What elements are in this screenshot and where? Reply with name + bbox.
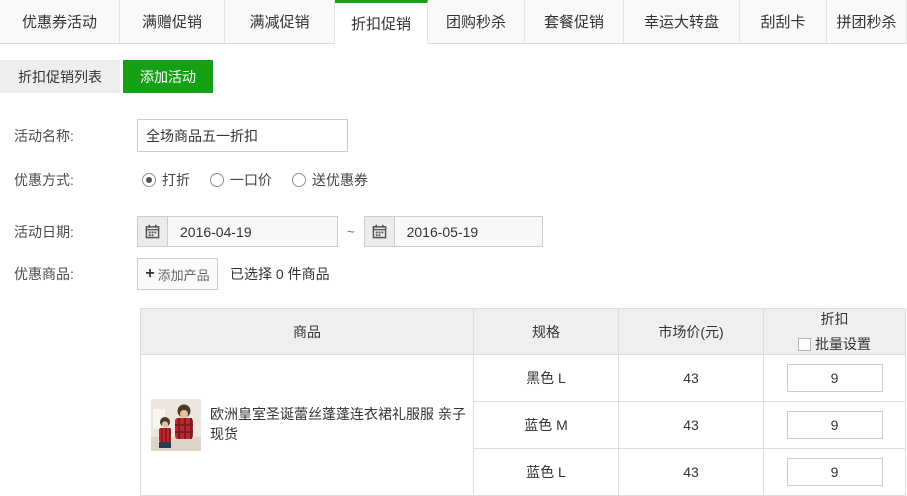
radio-option-dazhe[interactable]: 打折 bbox=[142, 170, 190, 190]
discount-header-title: 折扣 bbox=[764, 309, 905, 329]
start-date-value: 2016-04-19 bbox=[168, 224, 252, 240]
product-cell: 欧洲皇室圣诞蕾丝蓬蓬连衣裙礼服服 亲子现货 bbox=[141, 355, 474, 496]
discount-cell bbox=[764, 449, 906, 496]
radio-button-icon[interactable] bbox=[210, 173, 224, 187]
activity-name-label: 活动名称: bbox=[14, 126, 137, 146]
tab-coupon-activity[interactable]: 优惠券活动 bbox=[0, 0, 120, 44]
column-header-discount: 折扣 批量设置 bbox=[764, 309, 906, 355]
tab-scratch-card[interactable]: 刮刮卡 bbox=[740, 0, 827, 44]
calendar-icon[interactable] bbox=[365, 217, 395, 246]
radio-option-yikoujia[interactable]: 一口价 bbox=[210, 170, 272, 190]
price-cell: 43 bbox=[619, 402, 764, 449]
subtab-discount-promo-list[interactable]: 折扣促销列表 bbox=[0, 60, 120, 93]
selected-products-summary: 已选择 0 件商品 bbox=[230, 264, 330, 284]
column-header-spec: 规格 bbox=[474, 309, 619, 355]
column-header-price: 市场价(元) bbox=[619, 309, 764, 355]
discount-method-label: 优惠方式: bbox=[14, 170, 137, 190]
tab-pintuan-seckill[interactable]: 拼团秒杀 bbox=[827, 0, 907, 44]
date-range-separator: ~ bbox=[347, 224, 355, 239]
subtab-add-activity[interactable]: 添加活动 bbox=[123, 60, 213, 93]
radio-button-icon[interactable] bbox=[292, 173, 306, 187]
spec-cell: 蓝色 L bbox=[474, 449, 619, 496]
table-row: 欧洲皇室圣诞蕾丝蓬蓬连衣裙礼服服 亲子现货 黑色 L 43 bbox=[141, 355, 906, 402]
add-product-button-label: 添加产品 bbox=[158, 265, 210, 284]
add-activity-form: 活动名称: 优惠方式: 打折 一口价 送优惠券 活动日期: bbox=[0, 119, 907, 290]
discount-input[interactable] bbox=[787, 411, 883, 439]
radio-option-label: 打折 bbox=[162, 170, 190, 190]
batch-setting-label: 批量设置 bbox=[815, 334, 871, 354]
activity-date-row: 活动日期: 2016-04-19 ~ bbox=[0, 216, 907, 247]
discount-input[interactable] bbox=[787, 364, 883, 392]
plus-icon: + bbox=[145, 266, 154, 282]
discount-method-radio-group: 打折 一口价 送优惠券 bbox=[137, 170, 368, 190]
promo-products-label: 优惠商品: bbox=[14, 264, 137, 284]
promo-products-table: 商品 规格 市场价(元) 折扣 批量设置 bbox=[140, 308, 906, 496]
product-thumbnail bbox=[151, 399, 201, 451]
price-cell: 43 bbox=[619, 449, 764, 496]
tab-lucky-wheel[interactable]: 幸运大转盘 bbox=[624, 0, 740, 44]
tab-discount-promo[interactable]: 折扣促销 bbox=[335, 0, 428, 44]
tab-full-reduction-promo[interactable]: 满减促销 bbox=[225, 0, 335, 44]
radio-option-label: 送优惠券 bbox=[312, 170, 368, 190]
discount-subtabs: 折扣促销列表 添加活动 bbox=[0, 60, 907, 93]
activity-date-label: 活动日期: bbox=[14, 222, 137, 242]
batch-setting-control: 批量设置 bbox=[764, 334, 905, 354]
end-date-value: 2016-05-19 bbox=[395, 224, 479, 240]
batch-setting-checkbox[interactable] bbox=[798, 338, 811, 351]
table-header-row: 商品 规格 市场价(元) 折扣 批量设置 bbox=[141, 309, 906, 355]
discount-method-row: 优惠方式: 打折 一口价 送优惠券 bbox=[0, 170, 907, 190]
tab-group-buy-seckill[interactable]: 团购秒杀 bbox=[428, 0, 525, 44]
promo-products-row: 优惠商品: + 添加产品 已选择 0 件商品 bbox=[0, 258, 907, 290]
discount-input[interactable] bbox=[787, 458, 883, 486]
spec-cell: 黑色 L bbox=[474, 355, 619, 402]
tab-package-promo[interactable]: 套餐促销 bbox=[525, 0, 624, 44]
product-name: 欧洲皇室圣诞蕾丝蓬蓬连衣裙礼服服 亲子现货 bbox=[210, 405, 473, 444]
discount-cell bbox=[764, 402, 906, 449]
radio-button-checked-icon[interactable] bbox=[142, 173, 156, 187]
tab-full-gift-promo[interactable]: 满赠促销 bbox=[120, 0, 225, 44]
activity-name-row: 活动名称: bbox=[0, 119, 907, 152]
activity-name-input[interactable] bbox=[137, 119, 348, 152]
price-cell: 43 bbox=[619, 355, 764, 402]
add-product-button[interactable]: + 添加产品 bbox=[137, 258, 218, 290]
discount-cell bbox=[764, 355, 906, 402]
spec-cell: 蓝色 M bbox=[474, 402, 619, 449]
radio-option-label: 一口价 bbox=[230, 170, 272, 190]
start-date-picker[interactable]: 2016-04-19 bbox=[137, 216, 338, 247]
promotion-tabbar: 优惠券活动 满赠促销 满减促销 折扣促销 团购秒杀 套餐促销 幸运大转盘 刮刮卡… bbox=[0, 0, 907, 44]
radio-option-songyouhuiquan[interactable]: 送优惠券 bbox=[292, 170, 368, 190]
end-date-picker[interactable]: 2016-05-19 bbox=[364, 216, 543, 247]
calendar-icon[interactable] bbox=[138, 217, 168, 246]
column-header-product: 商品 bbox=[141, 309, 474, 355]
